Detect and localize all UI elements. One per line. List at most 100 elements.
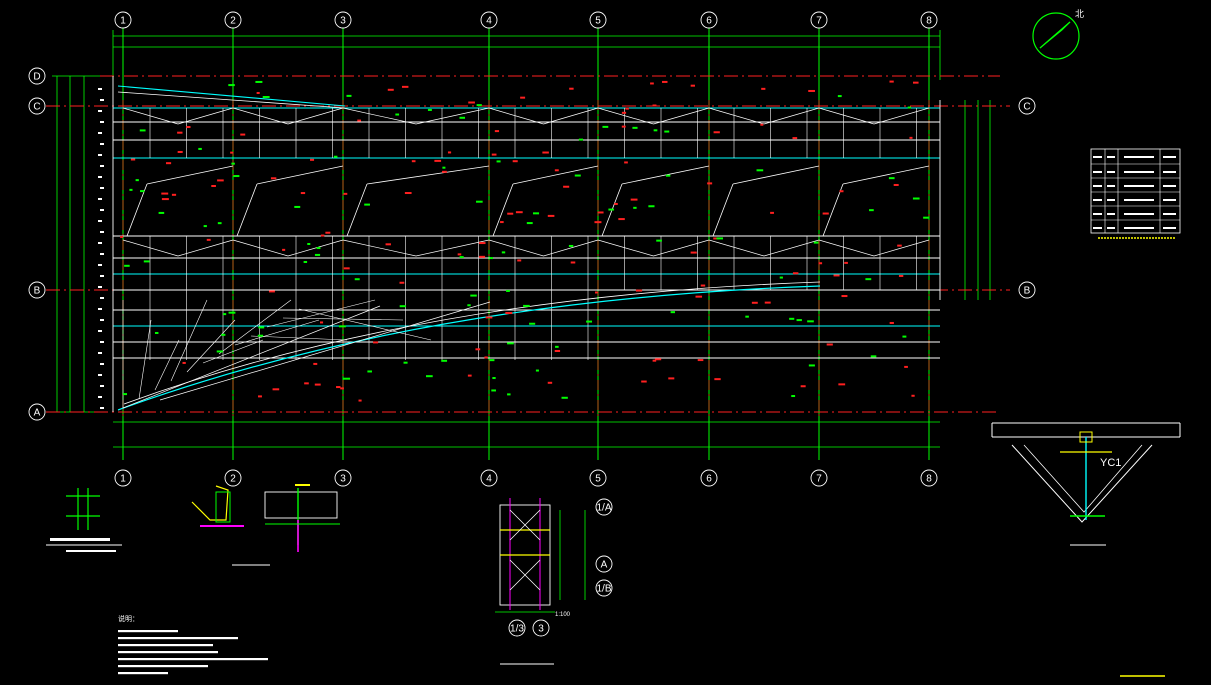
detail4-bubble-row-1: A [595,555,613,573]
member-tag [140,190,145,193]
detail4-scale: 1:100 [555,612,571,618]
note-line [118,644,213,647]
axis-bubble-top-8: 8 [920,11,938,29]
rafter [621,165,710,185]
member-tag [838,383,846,386]
member-tag [662,80,668,83]
detail1-subtitle-text [66,550,116,552]
member-tag [154,331,159,334]
dim-tag [100,319,104,321]
table-cell-text [1107,227,1115,229]
axis-bubble-top-2-label: 2 [230,16,236,27]
axis-bubble-bottom-6-label: 6 [706,474,712,485]
member-tag [624,161,628,164]
axis-bubble-top-1: 1 [114,11,132,29]
member-tag [745,315,749,318]
member-tag [411,160,416,163]
axis-bubble-top-4-label: 4 [486,16,492,27]
member-tag [489,359,495,362]
member-tag [373,341,379,344]
member-tag [467,374,472,377]
brace [122,239,179,257]
table-cell-text [1163,185,1176,187]
detail5-web-inner [1023,444,1143,513]
axis-bubble-left-B-label: B [34,286,41,297]
member-tag [656,239,662,242]
member-tag [161,198,169,201]
rafter [492,183,514,237]
dim-tag [100,143,104,145]
detail1-title-text [50,538,110,541]
detail4-bubble-row-0-label: 1/A [596,503,611,514]
member-tag [491,389,496,392]
member-tag [779,276,783,279]
member-tag [346,94,352,97]
member-tag [664,130,670,133]
member-tag [203,225,207,228]
dim-tag [98,308,102,310]
table-cell-text [1093,185,1102,187]
axis-bubble-left-D-label: D [33,72,40,83]
member-tag [512,160,518,163]
member-tag [690,84,695,87]
table-cell-text [1107,156,1115,158]
detail4-bubble-axis-a: 1/3 [508,619,526,637]
member-tag [304,382,309,385]
brace [763,239,820,257]
member-tag [893,183,899,186]
member-tag [459,116,466,119]
detail4-bubble-row-2: 1/B [595,579,613,597]
member-tag [130,158,136,161]
member-tag [124,264,130,267]
dim-tag [98,88,102,90]
note-line [118,665,208,668]
member-tag [839,190,844,193]
brace [873,239,930,257]
member-tag [457,253,462,256]
fan-brace [159,301,491,401]
member-tag [652,359,657,362]
member-tag [358,399,362,402]
member-tag [625,107,629,110]
dim-tag [98,176,102,178]
member-tag [517,259,522,262]
rafter [346,183,368,237]
axis-bubble-bottom-3-label: 3 [340,474,346,485]
member-tag [569,87,574,90]
detail3-plate [264,491,338,519]
member-tag [913,81,919,84]
note-line [118,672,168,675]
table-cell-text [1124,199,1154,201]
member-tag [476,104,482,107]
member-tag [228,311,236,314]
note-line [118,630,178,633]
dim-tag [100,99,104,101]
member-tag [459,256,464,259]
member-tag [314,383,321,386]
axis-bubble-bottom-4: 4 [480,469,498,487]
member-tag [442,166,446,169]
member-tag [139,129,146,132]
table-cell-text [1124,185,1154,187]
detail5-web [1011,444,1153,523]
member-tag [300,192,306,195]
member-tag [529,322,536,325]
rafter [512,165,599,185]
member-tag [515,211,523,214]
member-tag [489,257,493,260]
axis-bubble-bottom-7-label: 7 [816,474,822,485]
member-tag [807,320,814,323]
member-tag [602,125,609,128]
member-tag [320,321,324,324]
member-tag [595,291,599,294]
member-tag [594,221,602,224]
member-tag [255,80,263,83]
member-tag [258,395,262,398]
member-tag [313,362,318,365]
axis-bubble-bottom-8: 8 [920,469,938,487]
axis-bubble-bottom-6: 6 [700,469,718,487]
dim-tag [100,275,104,277]
detail4-bubble-row-2-label: 1/B [596,584,611,595]
table-cell-text [1163,213,1176,215]
dim-tag [98,352,102,354]
